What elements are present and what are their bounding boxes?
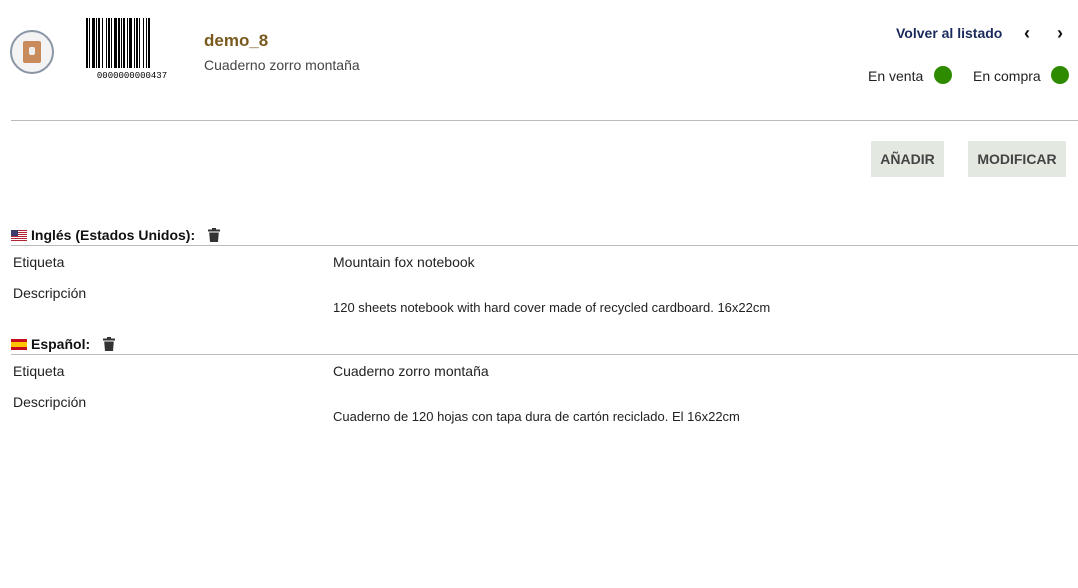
barcode-image: 0000000000437 <box>86 18 167 80</box>
chevron-left-icon[interactable]: ‹ <box>1019 24 1035 42</box>
barcode-bar <box>123 18 125 68</box>
product-reference: demo_8 <box>204 31 269 50</box>
barcode-bar <box>134 18 135 68</box>
field-name-description: Descripción <box>13 394 87 410</box>
field-value-description: Cuaderno de 120 hojas con tapa dura de c… <box>333 409 740 424</box>
barcode-bar <box>121 18 122 68</box>
on-purchase-status-dot[interactable] <box>1051 66 1069 84</box>
barcode-bar <box>127 18 128 68</box>
on-sale-status-dot[interactable] <box>934 66 952 84</box>
barcode-bar <box>86 18 88 68</box>
barcode-bar <box>98 18 100 68</box>
barcode-bar <box>148 18 150 68</box>
translation-header-es: Español: <box>11 336 116 352</box>
add-button[interactable]: AÑADIR <box>871 141 944 177</box>
barcode-bar <box>102 18 103 68</box>
language-name: Español: <box>31 336 91 352</box>
barcode-bar <box>129 18 132 68</box>
notebook-image <box>23 41 41 63</box>
trash-icon[interactable] <box>103 337 116 351</box>
field-name-label: Etiqueta <box>13 363 65 379</box>
barcode-bars <box>86 18 150 68</box>
on-purchase-label: En compra <box>973 68 1041 84</box>
barcode-bar <box>108 18 110 68</box>
us-flag-icon <box>11 229 27 241</box>
barcode-bar <box>139 18 140 68</box>
modify-button[interactable]: MODIFICAR <box>968 141 1066 177</box>
on-sale-label: En venta <box>868 68 924 84</box>
spain-flag-icon <box>11 338 27 350</box>
barcode-bar <box>106 18 107 68</box>
barcode-number: 0000000000437 <box>97 71 167 80</box>
barcode-bar <box>96 18 97 68</box>
header-divider <box>11 120 1078 121</box>
barcode-bar <box>92 18 95 68</box>
barcode-bar <box>136 18 138 68</box>
product-label: Cuaderno zorro montaña <box>204 57 360 73</box>
barcode-bar <box>118 18 120 68</box>
barcode-bar <box>114 18 117 68</box>
field-name-label: Etiqueta <box>13 254 65 270</box>
translation-divider <box>11 245 1078 246</box>
translation-divider <box>11 354 1078 355</box>
field-value-description: 120 sheets notebook with hard cover made… <box>333 300 771 315</box>
field-value-label: Mountain fox notebook <box>333 254 475 270</box>
language-name: Inglés (Estados Unidos): <box>31 227 196 243</box>
barcode-bar <box>143 18 144 68</box>
barcode-bar <box>146 18 147 68</box>
field-name-description: Descripción <box>13 285 87 301</box>
chevron-right-icon[interactable]: › <box>1052 24 1068 42</box>
barcode-bar <box>89 18 90 68</box>
barcode-bar <box>111 18 112 68</box>
translation-header-en-us: Inglés (Estados Unidos): <box>11 227 221 243</box>
field-value-label: Cuaderno zorro montaña <box>333 363 489 379</box>
back-to-list-link[interactable]: Volver al listado <box>896 25 1002 41</box>
product-thumbnail[interactable] <box>10 30 54 74</box>
trash-icon[interactable] <box>208 228 221 242</box>
